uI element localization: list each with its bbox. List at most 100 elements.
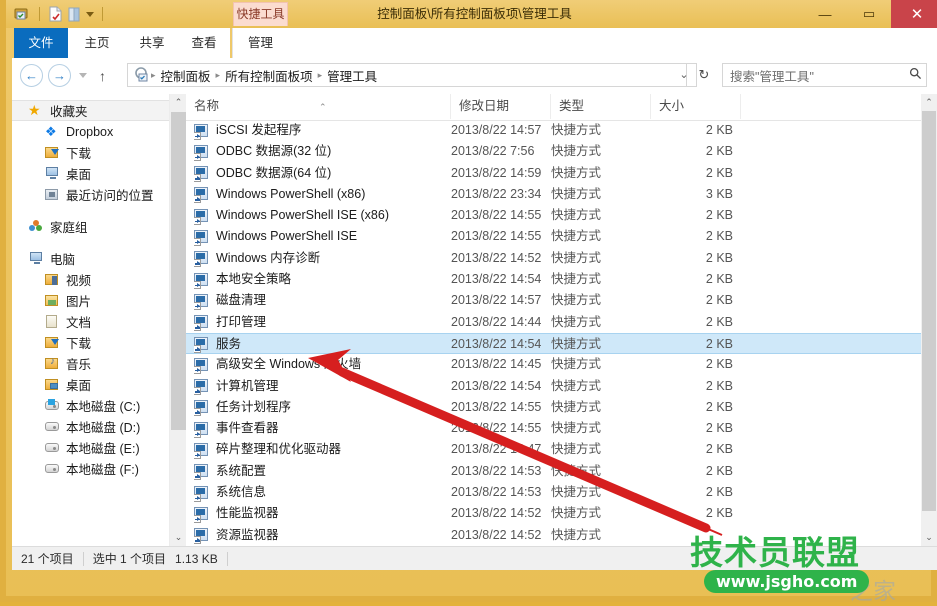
history-dropdown-icon[interactable]	[79, 73, 87, 78]
table-row[interactable]: 打印管理2013/8/22 14:44快捷方式2 KB	[186, 312, 921, 333]
downloads-folder-icon	[44, 145, 61, 160]
refresh-button[interactable]: ↻	[690, 63, 718, 87]
table-row[interactable]: 系统信息2013/8/22 14:53快捷方式2 KB	[186, 482, 921, 503]
nav-scroll-down-button[interactable]: ⌄	[170, 529, 187, 546]
close-button[interactable]: ✕	[891, 0, 937, 28]
file-name-cell: 系统配置	[194, 461, 449, 482]
list-scroll-down-button[interactable]: ⌄	[921, 529, 937, 546]
column-header-date[interactable]: 修改日期	[451, 94, 551, 119]
sidebar-item-desktop[interactable]: 桌面	[12, 374, 169, 395]
table-row[interactable]: 本地安全策略2013/8/22 14:54快捷方式2 KB	[186, 269, 921, 290]
file-list-scrollbar[interactable]: ⌃ ⌄	[921, 94, 937, 546]
search-input[interactable]: 搜索"管理工具"	[723, 66, 904, 85]
table-row[interactable]: Windows 内存诊断2013/8/22 14:52快捷方式2 KB	[186, 248, 921, 269]
forward-button[interactable]: →	[48, 64, 71, 87]
column-header-type[interactable]: 类型	[551, 94, 651, 119]
table-row[interactable]: 事件查看器2013/8/22 14:55快捷方式2 KB	[186, 418, 921, 439]
tab-file[interactable]: 文件	[14, 28, 68, 58]
file-type-cell: 快捷方式	[551, 397, 651, 418]
minimize-button[interactable]: —	[803, 0, 847, 28]
new-item-icon[interactable]	[48, 6, 63, 22]
sidebar-item-dropbox[interactable]: ❖ Dropbox	[12, 121, 169, 142]
title-bar: 控制面板\所有控制面板项\管理工具 快捷工具 — ▭ ✕	[6, 0, 937, 28]
search-box[interactable]: 搜索"管理工具"	[722, 63, 927, 87]
table-row[interactable]: 磁盘清理2013/8/22 14:57快捷方式2 KB	[186, 290, 921, 311]
file-size-cell: 2 KB	[651, 461, 733, 482]
table-row[interactable]: 资源监视器2013/8/22 14:52快捷方式	[186, 525, 921, 546]
table-row[interactable]: 性能监视器2013/8/22 14:52快捷方式2 KB	[186, 503, 921, 524]
table-row[interactable]: 服务2013/8/22 14:54快捷方式2 KB	[186, 333, 921, 354]
sidebar-item-pictures[interactable]: 图片	[12, 290, 169, 311]
tab-manage[interactable]: 管理	[232, 28, 288, 58]
file-name-cell: 性能监视器	[194, 503, 449, 524]
sidebar-item-desktop-fav[interactable]: 桌面	[12, 163, 169, 184]
tab-share[interactable]: 共享	[126, 28, 178, 58]
folder-properties-icon[interactable]	[14, 6, 31, 22]
sidebar-item-favorites[interactable]: ★ 收藏夹	[12, 100, 169, 121]
sidebar-item-documents[interactable]: 文档	[12, 311, 169, 332]
nav-scroll-up-button[interactable]: ⌃	[170, 94, 187, 111]
shortcut-icon	[194, 123, 210, 139]
status-selection: 选中 1 个项目	[84, 550, 175, 567]
breadcrumb-item-1[interactable]: 所有控制面板项	[220, 66, 318, 85]
sidebar-item-homegroup[interactable]: 家庭组	[12, 216, 169, 237]
file-type-cell: 快捷方式	[551, 418, 651, 439]
table-row[interactable]: ODBC 数据源(64 位)2013/8/22 14:59快捷方式2 KB	[186, 163, 921, 184]
explorer-content: ★ 收藏夹 ❖ Dropbox 下载 桌面 最近访问的位置	[12, 94, 937, 546]
sidebar-label-dropbox: Dropbox	[66, 125, 113, 139]
sidebar-label-computer: 电脑	[50, 249, 75, 268]
navigation-pane-scrollbar[interactable]: ⌃ ⌄	[169, 94, 187, 546]
file-name-cell: ODBC 数据源(32 位)	[194, 141, 449, 162]
breadcrumb[interactable]: ▸ 控制面板 ▸ 所有控制面板项 ▸ 管理工具	[127, 63, 687, 87]
table-row[interactable]: 系统配置2013/8/22 14:53快捷方式2 KB	[186, 461, 921, 482]
column-header-size[interactable]: 大小	[651, 94, 741, 119]
up-button[interactable]: ↑	[95, 68, 110, 84]
shortcut-icon	[194, 165, 210, 181]
sidebar-item-recent-places[interactable]: 最近访问的位置	[12, 184, 169, 205]
tab-view[interactable]: 查看	[178, 28, 230, 58]
file-name-label: iSCSI 发起程序	[216, 120, 301, 141]
maximize-button[interactable]: ▭	[847, 0, 891, 28]
table-row[interactable]: 计算机管理2013/8/22 14:54快捷方式2 KB	[186, 376, 921, 397]
customize-chevron-icon[interactable]	[86, 12, 94, 17]
sidebar-item-downloads[interactable]: 下载	[12, 332, 169, 353]
properties-icon[interactable]	[68, 7, 81, 22]
table-row[interactable]: iSCSI 发起程序2013/8/22 14:57快捷方式2 KB	[186, 120, 921, 141]
file-date-cell: 2013/8/22 14:53	[451, 482, 551, 503]
breadcrumb-item-0[interactable]: 控制面板	[156, 66, 216, 85]
tab-home[interactable]: 主页	[68, 28, 126, 58]
file-date-cell: 2013/8/22 14:54	[451, 269, 551, 290]
back-button[interactable]: ←	[20, 64, 43, 87]
table-row[interactable]: 任务计划程序2013/8/22 14:55快捷方式2 KB	[186, 397, 921, 418]
shortcut-icon	[194, 314, 210, 330]
sidebar-item-drive-e[interactable]: 本地磁盘 (E:)	[12, 437, 169, 458]
sidebar-label-videos: 视频	[66, 270, 91, 289]
search-icon[interactable]	[904, 67, 926, 83]
list-scroll-thumb[interactable]	[922, 111, 936, 511]
table-row[interactable]: ODBC 数据源(32 位)2013/8/22 7:56快捷方式2 KB	[186, 141, 921, 162]
table-row[interactable]: 碎片整理和优化驱动器2013/8/22 14:47快捷方式2 KB	[186, 439, 921, 460]
shortcut-icon	[194, 421, 210, 437]
sidebar-item-computer[interactable]: 电脑	[12, 248, 169, 269]
file-size-cell: 2 KB	[651, 205, 733, 226]
sidebar-item-drive-c[interactable]: 本地磁盘 (C:)	[12, 395, 169, 416]
file-name-label: 任务计划程序	[216, 397, 291, 418]
sidebar-item-videos[interactable]: 视频	[12, 269, 169, 290]
file-name-cell: iSCSI 发起程序	[194, 120, 449, 141]
table-row[interactable]: Windows PowerShell ISE (x86)2013/8/22 14…	[186, 205, 921, 226]
table-row[interactable]: Windows PowerShell ISE2013/8/22 14:55快捷方…	[186, 226, 921, 247]
file-date-cell: 2013/8/22 14:59	[451, 163, 551, 184]
nav-scroll-thumb[interactable]	[171, 112, 186, 430]
sidebar-item-drive-d[interactable]: 本地磁盘 (D:)	[12, 416, 169, 437]
breadcrumb-item-2[interactable]: 管理工具	[322, 66, 382, 85]
file-name-label: Windows PowerShell (x86)	[216, 184, 365, 205]
column-header-name[interactable]: 名称 ⌃	[186, 94, 451, 119]
sidebar-item-downloads-fav[interactable]: 下载	[12, 142, 169, 163]
table-row[interactable]: Windows PowerShell (x86)2013/8/22 23:34快…	[186, 184, 921, 205]
sidebar-item-music[interactable]: 音乐	[12, 353, 169, 374]
list-scroll-up-button[interactable]: ⌃	[921, 94, 937, 111]
sidebar-label-drive-c: 本地磁盘 (C:)	[66, 396, 140, 415]
sidebar-item-drive-f[interactable]: 本地磁盘 (F:)	[12, 458, 169, 479]
table-row[interactable]: 高级安全 Windows 防火墙2013/8/22 14:45快捷方式2 KB	[186, 354, 921, 375]
shortcut-icon	[194, 229, 210, 245]
